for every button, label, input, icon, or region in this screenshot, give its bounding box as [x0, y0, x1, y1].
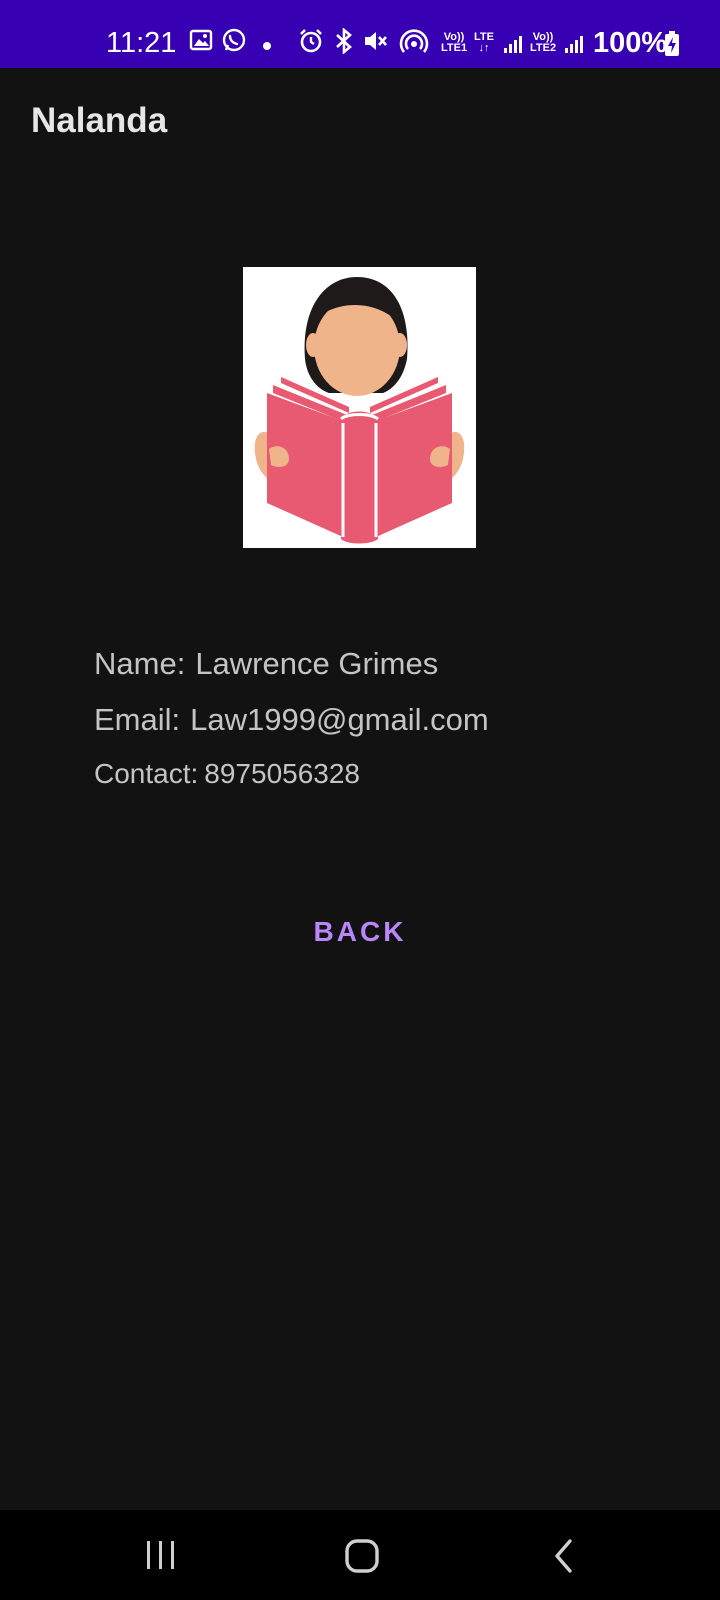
battery-percent: 100% [593, 27, 668, 59]
mute-icon [362, 28, 388, 59]
status-time: 11:21 [106, 27, 177, 59]
sim1-volte: Vo)) LTE1 [441, 31, 468, 54]
contact-value: 8975056328 [204, 758, 361, 789]
back-icon[interactable] [552, 1538, 576, 1579]
signal-icon [564, 34, 584, 59]
home-icon[interactable] [344, 1538, 380, 1579]
hotspot-icon [399, 28, 429, 61]
data-lte: LTE ↓↑ [474, 31, 494, 54]
app-title: Nalanda [31, 101, 168, 140]
back-button[interactable]: BACK [296, 904, 424, 960]
dot-icon [262, 38, 272, 56]
profile-email-row: Email: Law1999@gmail.com [94, 700, 489, 740]
recents-icon[interactable] [144, 1540, 178, 1575]
battery-charging-icon [664, 31, 680, 62]
sim2-volte: Vo)) LTE2 [530, 31, 557, 54]
status-bar: 11:21 Vo)) LTE1 LTE ↓↑ Vo)) LTE2 100% [0, 0, 720, 68]
alarm-icon [298, 28, 324, 59]
signal-icon [503, 34, 523, 59]
name-value: Lawrence Grimes [195, 646, 439, 681]
profile-avatar [243, 267, 476, 548]
contact-label: Contact: [94, 758, 199, 789]
whatsapp-icon [221, 28, 247, 59]
gallery-icon [189, 28, 213, 57]
profile-contact-row: Contact: 8975056328 [94, 756, 360, 792]
name-label: Name: [94, 646, 186, 681]
navigation-bar [0, 1510, 720, 1600]
email-label: Email: [94, 702, 181, 737]
email-value: Law1999@gmail.com [190, 702, 489, 737]
bluetooth-icon [333, 27, 355, 59]
profile-name-row: Name: Lawrence Grimes [94, 644, 438, 684]
reader-avatar-icon [254, 277, 465, 544]
